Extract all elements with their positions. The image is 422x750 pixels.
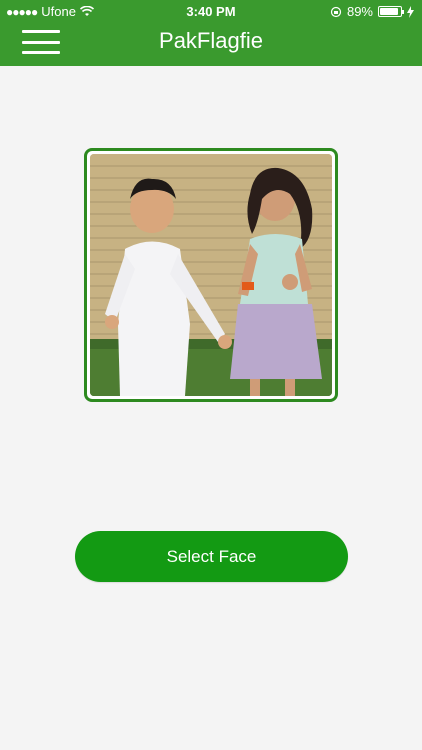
battery-percent: 89% [346,4,373,19]
status-bar: ●●●●● Ufone 3:40 PM 89% [0,0,422,22]
rotation-lock-icon [330,6,342,17]
photo-image [90,154,332,396]
selected-photo [90,154,332,396]
charging-bolt-icon [407,5,414,18]
app-header: ●●●●● Ufone 3:40 PM 89% PakFlagfie [0,0,422,66]
battery-icon [378,6,404,17]
status-right: 89% [330,4,414,19]
app-title: PakFlagfie [159,28,263,53]
select-face-button[interactable]: Select Face [75,531,348,582]
photo-frame[interactable] [84,148,338,402]
